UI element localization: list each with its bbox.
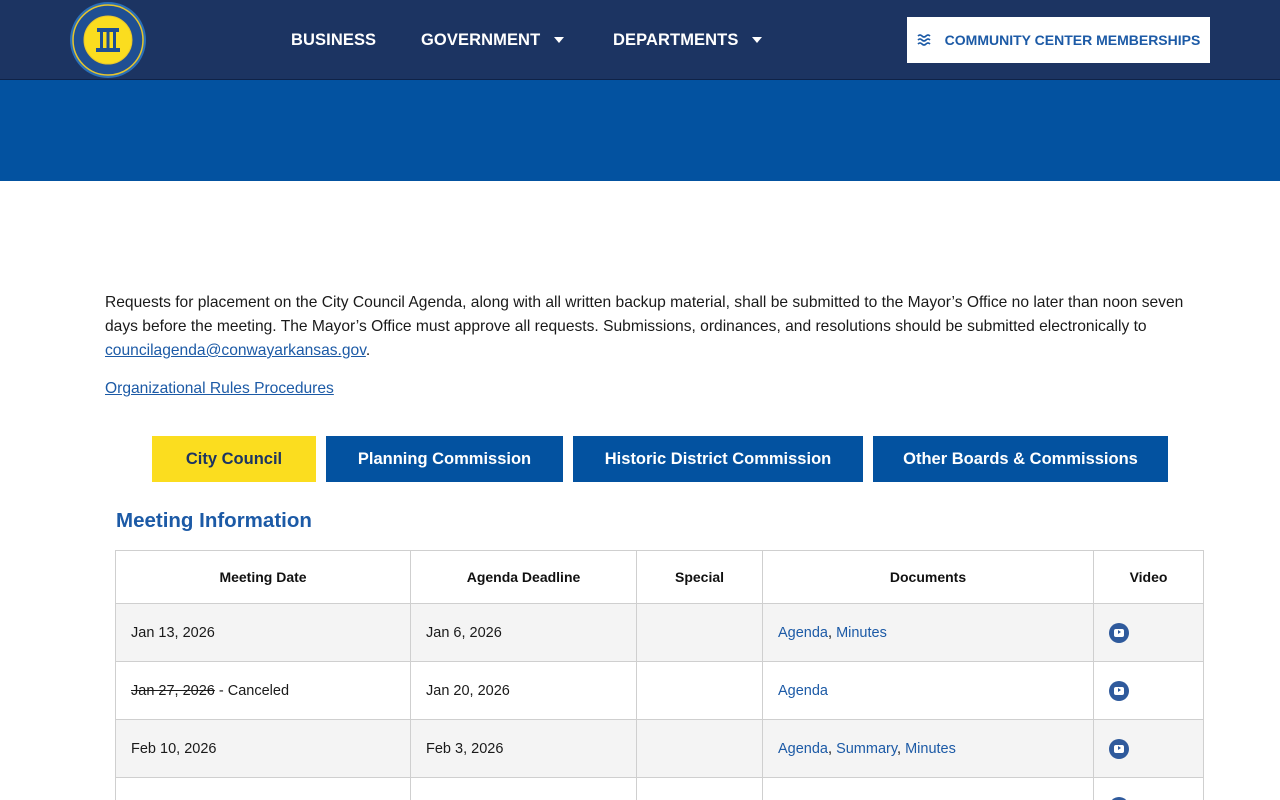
meeting-date: Jan 27, 2026	[131, 682, 215, 699]
header-meeting-date: Meeting Date	[115, 550, 411, 604]
cta-label: COMMUNITY CENTER MEMBERSHIPS	[944, 32, 1201, 48]
tab-planning-commission[interactable]: Planning Commission	[326, 436, 563, 482]
video-cell	[1093, 603, 1204, 662]
document-link-summary[interactable]: Summary	[836, 741, 897, 757]
chevron-down-icon	[752, 37, 763, 43]
nav-business[interactable]: BUSINESS	[291, 29, 376, 51]
intro-end: .	[365, 342, 371, 359]
documents-cell: Agenda, Summary, Minutes	[762, 777, 1094, 800]
document-link-minutes[interactable]: Minutes	[905, 741, 956, 757]
document-link-agenda[interactable]: Agenda	[778, 683, 828, 699]
play-triangle-icon	[1118, 630, 1121, 634]
waves-icon	[917, 34, 931, 46]
community-center-memberships-button[interactable]: COMMUNITY CENTER MEMBERSHIPS	[907, 17, 1210, 63]
video-play-icon[interactable]	[1109, 796, 1129, 800]
document-link-minutes[interactable]: Minutes	[836, 625, 887, 641]
nav-departments-label: DEPARTMENTS	[613, 30, 739, 49]
agenda-instructions: Requests for placement on the City Counc…	[105, 291, 1215, 363]
organizational-rules-link[interactable]: Organizational Rules Procedures	[105, 377, 334, 401]
agenda-deadline: Jan 6, 2026	[410, 603, 637, 662]
nav-departments[interactable]: DEPARTMENTS	[613, 29, 763, 51]
nav-government[interactable]: GOVERNMENT	[421, 29, 565, 51]
video-play-icon[interactable]	[1109, 622, 1129, 643]
special-cell	[636, 777, 763, 800]
chevron-down-icon	[554, 37, 565, 43]
meeting-date-cell: Feb 10, 2026	[115, 719, 411, 778]
agenda-deadline: Jan 20, 2026	[410, 661, 637, 720]
tab-other-boards[interactable]: Other Boards & Commissions	[873, 436, 1168, 482]
table-row: Jan 13, 2026 Jan 6, 2026 Agenda, Minutes	[115, 603, 1204, 662]
table-row: Feb 10, 2026 Feb 3, 2026 Agenda, Summary, …	[115, 719, 1204, 778]
section-title: Meeting Information	[116, 509, 312, 532]
hero-banner	[0, 80, 1280, 181]
intro-text: Requests for placement on the City Counc…	[105, 294, 1184, 335]
special-cell	[636, 661, 763, 720]
tab-historic-district-commission[interactable]: Historic District Commission	[573, 436, 863, 482]
special-cell	[636, 719, 763, 778]
play-triangle-icon	[1118, 688, 1121, 692]
video-play-icon[interactable]	[1109, 738, 1129, 759]
document-separator: ,	[828, 740, 837, 757]
video-play-icon[interactable]	[1109, 680, 1129, 701]
meeting-table: Meeting Date Agenda Deadline Special Doc…	[115, 550, 1204, 800]
meeting-date-cell: Feb 24, 2026	[115, 777, 411, 800]
meeting-status-note: - Canceled	[214, 682, 290, 699]
nav-business-label: BUSINESS	[291, 30, 377, 49]
meeting-date: Feb 10, 2026	[131, 740, 217, 757]
document-link-agenda[interactable]: Agenda	[778, 625, 828, 641]
document-separator: ,	[897, 740, 906, 757]
table-header-row: Meeting Date Agenda Deadline Special Doc…	[115, 550, 1204, 604]
documents-cell: Agenda, Minutes	[762, 603, 1094, 662]
header-agenda-deadline: Agenda Deadline	[410, 550, 637, 604]
document-separator: ,	[828, 624, 837, 641]
agenda-deadline: Feb 3, 2026	[410, 719, 637, 778]
tab-city-council[interactable]: City Council	[152, 436, 316, 482]
council-agenda-email-link[interactable]: councilagenda@conwayarkansas.gov	[105, 342, 366, 359]
meeting-date-cell: Jan 27, 2026 - Canceled	[115, 661, 411, 720]
site-header: BUSINESS GOVERNMENT DEPARTMENTS COMMUNIT…	[0, 0, 1280, 80]
meeting-date: Jan 13, 2026	[131, 624, 215, 641]
nav-government-label: GOVERNMENT	[421, 30, 541, 49]
agenda-deadline: Feb 17, 2026	[410, 777, 637, 800]
document-link-agenda[interactable]: Agenda	[778, 741, 828, 757]
header-documents: Documents	[762, 550, 1094, 604]
video-cell	[1093, 661, 1204, 720]
meeting-date-cell: Jan 13, 2026	[115, 603, 411, 662]
table-row: Jan 27, 2026 - Canceled Jan 20, 2026 Agend…	[115, 661, 1204, 720]
video-cell	[1093, 719, 1204, 778]
documents-cell: Agenda	[762, 661, 1094, 720]
table-row: Feb 24, 2026Feb 17, 2026 Agenda, Summary,…	[115, 777, 1204, 800]
play-triangle-icon	[1118, 746, 1121, 750]
header-special: Special	[636, 550, 763, 604]
video-cell	[1093, 777, 1204, 800]
header-video: Video	[1093, 550, 1204, 604]
documents-cell: Agenda, Summary, Minutes	[762, 719, 1094, 778]
special-cell	[636, 603, 763, 662]
